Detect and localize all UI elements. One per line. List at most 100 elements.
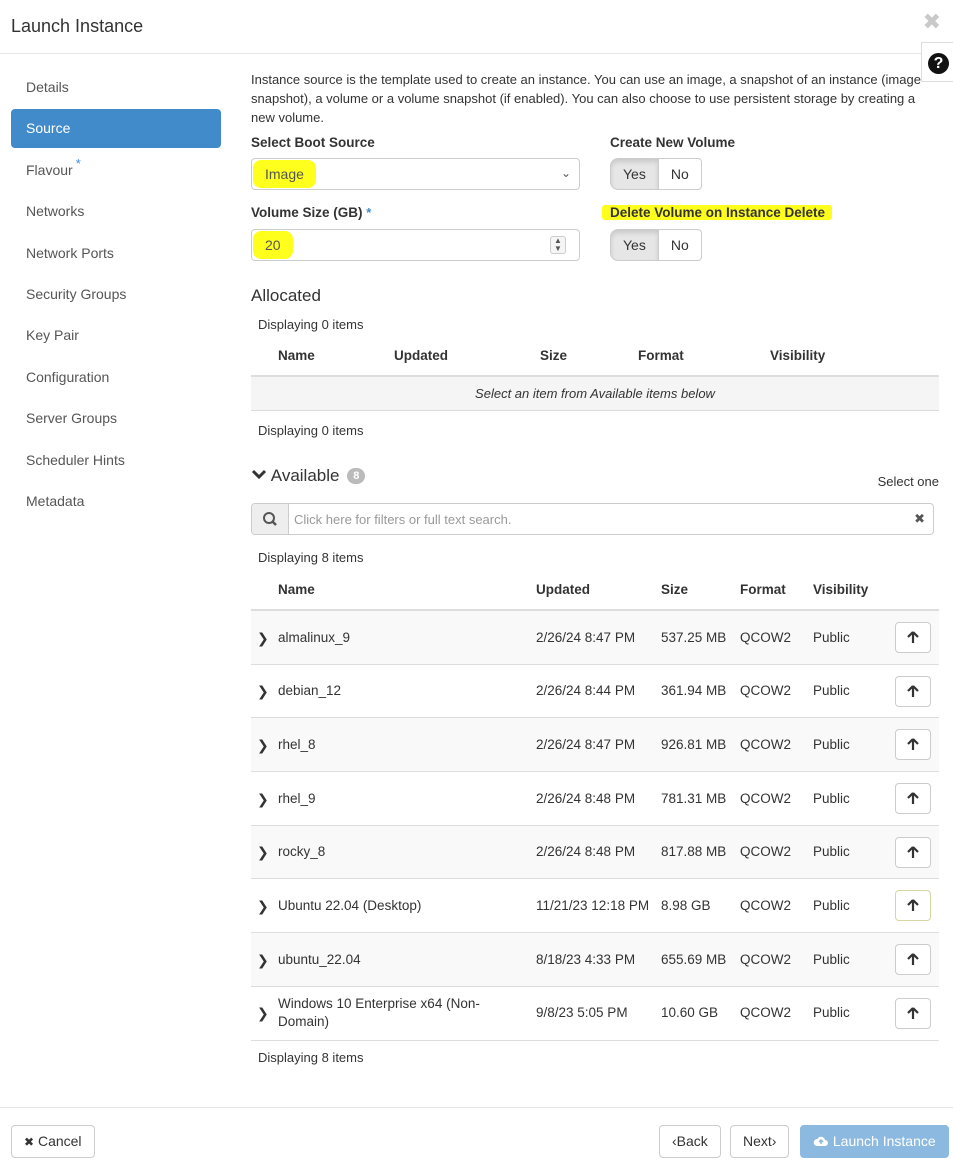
modal-title: Launch Instance (11, 16, 144, 36)
image-updated: 8/18/23 4:33 PM (536, 951, 636, 967)
nav-item-label: Key Pair (26, 327, 79, 344)
chevron-right-icon[interactable]: ❯ (257, 665, 271, 718)
nav-item-server-groups[interactable]: Server Groups (11, 399, 221, 438)
column-header-visibility[interactable]: Visibility (813, 582, 868, 597)
column-header-size[interactable]: Size (540, 348, 567, 363)
image-size: 817.88 MB (661, 844, 727, 860)
volume-size-value: 20 (253, 231, 293, 259)
available-table-body: ❯ almalinux_9 2/26/24 8:47 PM 537.25 MB … (251, 611, 939, 1041)
nav-item-label: Metadata (26, 492, 85, 509)
column-header-visibility[interactable]: Visibility (770, 348, 825, 363)
allocate-button[interactable] (895, 783, 931, 815)
image-name: rhel_8 (278, 736, 316, 752)
allocate-button[interactable] (887, 884, 935, 931)
chevron-right-icon[interactable]: ❯ (257, 987, 271, 1040)
nav-item-security-groups[interactable]: Security Groups (11, 275, 221, 314)
available-toggle[interactable]: Available 8 (251, 466, 366, 486)
cancel-button[interactable]: ✖ Cancel (11, 1125, 95, 1158)
search-icon (252, 504, 289, 534)
column-header-name[interactable]: Name (278, 582, 315, 597)
launch-instance-button[interactable]: Launch Instance (800, 1125, 949, 1158)
chevron-right-icon[interactable]: ❯ (257, 718, 271, 771)
number-spinner[interactable]: ▲ ▼ (550, 236, 566, 254)
chevron-right-icon[interactable]: ❯ (257, 879, 271, 932)
table-row: ❯ rhel_8 2/26/24 8:47 PM 926.81 MB QCOW2… (251, 718, 939, 773)
boot-source-select[interactable]: Image ⌄ (251, 158, 580, 190)
column-header-name[interactable]: Name (278, 348, 315, 363)
next-button[interactable]: Next› (730, 1125, 790, 1158)
nav-item-label: Server Groups (26, 410, 118, 427)
nav-item-configuration[interactable]: Configuration (11, 358, 221, 397)
nav-item-label: Details (26, 79, 69, 95)
image-visibility: Public (813, 790, 850, 806)
nav-item-network-ports[interactable]: Network Ports (11, 234, 221, 273)
image-format: QCOW2 (740, 790, 792, 806)
close-icon[interactable]: ✖ (923, 9, 941, 35)
column-header-size[interactable]: Size (661, 582, 688, 597)
volume-size-label: Volume Size (GB) * (251, 205, 372, 220)
arrow-up-icon (907, 953, 919, 966)
create-volume-label: Create New Volume (610, 135, 736, 150)
search-bar: ✖ (251, 503, 934, 535)
image-format: QCOW2 (740, 897, 792, 913)
create-volume-yes-button[interactable]: Yes (610, 158, 658, 190)
column-header-updated[interactable]: Updated (394, 348, 448, 363)
search-input[interactable] (290, 504, 900, 534)
column-header-format[interactable]: Format (740, 582, 786, 597)
create-volume-no-button[interactable]: No (657, 158, 702, 190)
chevron-right-icon[interactable]: ❯ (257, 611, 271, 664)
image-visibility: Public (813, 629, 850, 645)
allocate-button[interactable] (895, 675, 931, 707)
nav-item-source[interactable]: Source (11, 109, 221, 149)
image-name: almalinux_9 (278, 629, 351, 645)
image-size: 361.94 MB (661, 683, 727, 699)
image-updated: 11/21/23 12:18 PM (536, 897, 650, 913)
clear-search-icon[interactable]: ✖ (914, 511, 925, 527)
image-format: QCOW2 (740, 1005, 792, 1021)
nav-item-label: Security Groups (26, 285, 127, 302)
delete-volume-toggle: Yes No (610, 229, 702, 261)
cancel-label: Cancel (37, 1133, 82, 1149)
column-header-format[interactable]: Format (638, 348, 684, 363)
delete-volume-no-button[interactable]: No (657, 229, 702, 261)
image-format: QCOW2 (740, 951, 792, 967)
back-button[interactable]: ‹Back (659, 1125, 721, 1158)
column-header-updated[interactable]: Updated (536, 582, 590, 597)
allocate-button[interactable] (895, 997, 931, 1029)
allocate-button[interactable] (895, 944, 931, 976)
image-size: 926.81 MB (661, 736, 727, 752)
volume-size-input[interactable]: 20 ▲ ▼ (251, 229, 580, 261)
nav-item-label: Networks (26, 203, 85, 220)
nav-item-scheduler-hints[interactable]: Scheduler Hints (11, 441, 221, 480)
back-label: Back (676, 1133, 708, 1149)
allocate-button[interactable] (895, 729, 931, 761)
image-visibility: Public (813, 683, 850, 699)
chevron-down-icon (251, 469, 267, 480)
table-row: ❯ Windows 10 Enterprise x64 (Non-Domain)… (251, 987, 939, 1041)
arrow-up-icon (907, 899, 919, 912)
image-updated: 2/26/24 8:47 PM (536, 629, 636, 645)
image-name: rhel_9 (278, 790, 316, 806)
nav-item-label: Source (26, 120, 71, 137)
image-format: QCOW2 (740, 629, 792, 645)
image-size: 781.31 MB (661, 790, 727, 806)
image-updated: 2/26/24 8:48 PM (536, 790, 636, 806)
nav-item-details[interactable]: Details (11, 68, 221, 107)
nav-item-metadata[interactable]: Metadata (11, 482, 221, 521)
nav-item-flavour[interactable]: Flavour * (11, 151, 221, 190)
delete-volume-yes-button[interactable]: Yes (610, 229, 658, 261)
allocate-button[interactable] (895, 622, 931, 653)
chevron-right-icon[interactable]: ❯ (257, 933, 271, 986)
chevron-right-icon: › (771, 1133, 777, 1149)
allocate-button[interactable] (895, 836, 931, 868)
allocated-count-bottom: Displaying 0 items (258, 423, 364, 438)
image-format: QCOW2 (740, 844, 792, 860)
chevron-right-icon[interactable]: ❯ (257, 772, 271, 825)
arrow-up-icon (907, 1007, 919, 1019)
nav-item-key-pair[interactable]: Key Pair (11, 316, 221, 355)
chevron-right-icon[interactable]: ❯ (257, 826, 271, 879)
nav-item-networks[interactable]: Networks (11, 192, 221, 231)
select-one-hint: Select one (877, 474, 939, 489)
delete-volume-label: Delete Volume on Instance Delete (602, 205, 833, 220)
next-label: Next (743, 1133, 772, 1149)
